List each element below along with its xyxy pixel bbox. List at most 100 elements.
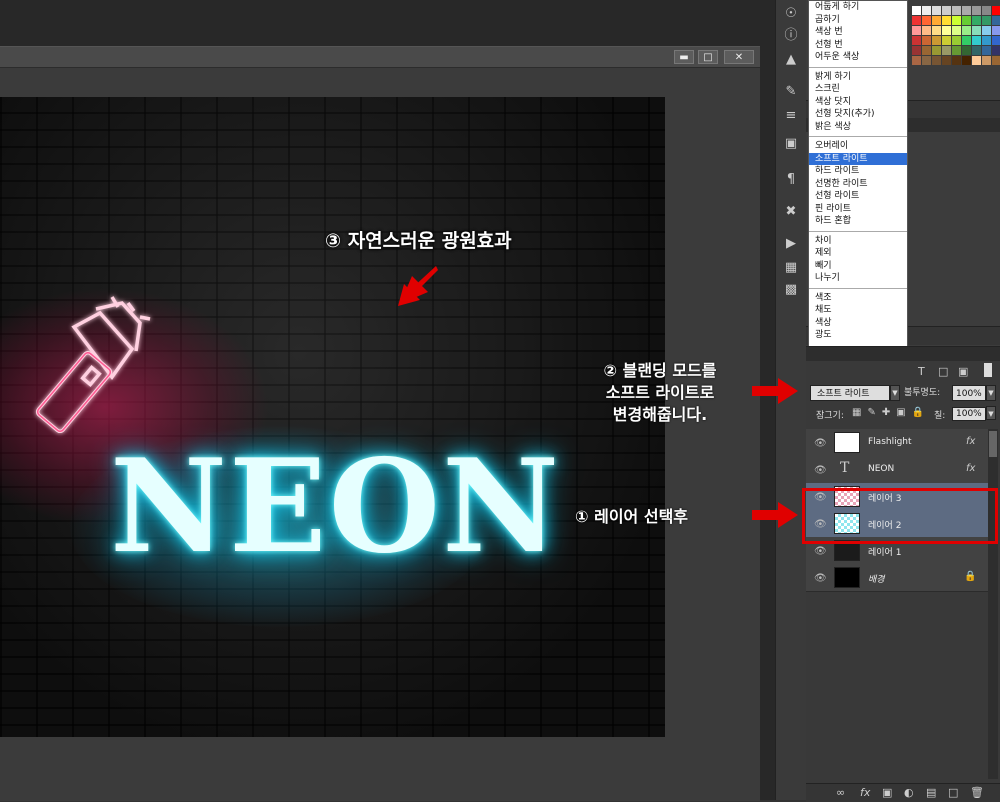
tools-icon[interactable]: ✖ bbox=[783, 204, 799, 220]
swatch[interactable] bbox=[922, 16, 931, 25]
swatch[interactable] bbox=[962, 56, 971, 65]
blend-menu-item[interactable]: 선형 닷지(추가) bbox=[809, 108, 907, 121]
swatch[interactable] bbox=[942, 16, 951, 25]
swatch[interactable] bbox=[982, 56, 991, 65]
swatch[interactable] bbox=[922, 26, 931, 35]
document-titlebar[interactable]: ▬ □ ✕ bbox=[0, 47, 760, 68]
brushes-icon[interactable]: ✎ bbox=[783, 84, 799, 100]
blend-menu-item[interactable]: 색상 번 bbox=[809, 26, 907, 39]
swatch[interactable] bbox=[972, 6, 981, 15]
blend-mode-select[interactable]: 소프트 라이트 bbox=[810, 385, 890, 401]
info-icon[interactable]: ⓘ bbox=[783, 28, 799, 44]
swatch[interactable] bbox=[982, 16, 991, 25]
swatch[interactable] bbox=[952, 6, 961, 15]
blend-menu-item[interactable]: 제외 bbox=[809, 247, 907, 260]
blend-menu-item[interactable]: 하드 혼합 bbox=[809, 215, 907, 228]
swatch[interactable] bbox=[912, 26, 921, 35]
swatch[interactable] bbox=[992, 46, 1000, 55]
swatch[interactable] bbox=[992, 16, 1000, 25]
blend-menu-item[interactable]: 빼기 bbox=[809, 260, 907, 273]
mask-icon[interactable]: ▣ bbox=[882, 786, 892, 799]
layers-scrollbar[interactable] bbox=[988, 429, 998, 779]
blend-menu-item[interactable]: 선형 라이트 bbox=[809, 190, 907, 203]
swatch[interactable] bbox=[952, 56, 961, 65]
swatch[interactable] bbox=[992, 56, 1000, 65]
fill-input[interactable]: 100% bbox=[952, 407, 986, 421]
clone-source-icon[interactable]: ▣ bbox=[783, 136, 799, 152]
close-button[interactable]: ✕ bbox=[724, 50, 754, 64]
swatch[interactable] bbox=[982, 46, 991, 55]
blend-menu-item[interactable]: 핀 라이트 bbox=[809, 203, 907, 216]
swatch[interactable] bbox=[922, 36, 931, 45]
swatch[interactable] bbox=[922, 6, 931, 15]
swatch[interactable] bbox=[912, 36, 921, 45]
eye-icon[interactable]: 👁 bbox=[814, 573, 827, 585]
type-filter-icon[interactable]: T bbox=[918, 365, 925, 378]
swatch[interactable] bbox=[952, 26, 961, 35]
swatch[interactable] bbox=[952, 16, 961, 25]
filter-toggle[interactable] bbox=[984, 363, 992, 377]
eye-icon[interactable]: 👁 bbox=[814, 465, 827, 477]
blend-menu-item[interactable]: 어둡게 하기 bbox=[809, 1, 907, 14]
blend-menu-item[interactable]: 나누기 bbox=[809, 272, 907, 285]
layer-comps-icon[interactable]: ▦ bbox=[783, 260, 799, 276]
swatch[interactable] bbox=[922, 56, 931, 65]
blend-menu-item[interactable]: 선형 번 bbox=[809, 39, 907, 52]
swatch[interactable] bbox=[942, 46, 951, 55]
swatch[interactable] bbox=[972, 26, 981, 35]
swatch[interactable] bbox=[992, 26, 1000, 35]
swatch[interactable] bbox=[992, 36, 1000, 45]
3d-icon[interactable]: ▩ bbox=[783, 282, 799, 298]
adjustment-icon[interactable]: ◐ bbox=[904, 786, 914, 799]
swatch[interactable] bbox=[972, 56, 981, 65]
swatch[interactable] bbox=[982, 26, 991, 35]
swatch[interactable] bbox=[942, 6, 951, 15]
blend-menu-item[interactable]: 곱하기 bbox=[809, 14, 907, 27]
paragraph-icon[interactable]: ¶ bbox=[783, 172, 799, 188]
brush-presets-icon[interactable]: ≡ bbox=[783, 108, 799, 124]
swatch[interactable] bbox=[992, 6, 1000, 15]
group-icon[interactable]: ▤ bbox=[926, 786, 936, 799]
swatch[interactable] bbox=[912, 6, 921, 15]
canvas[interactable]: NEON bbox=[0, 97, 665, 737]
swatch[interactable] bbox=[982, 6, 991, 15]
fill-dropdown-icon[interactable]: ▼ bbox=[986, 406, 996, 420]
swatch[interactable] bbox=[932, 16, 941, 25]
eye-icon[interactable]: 👁 bbox=[814, 546, 827, 558]
trash-icon[interactable]: 🗑 bbox=[970, 786, 984, 799]
swatch[interactable] bbox=[962, 16, 971, 25]
link-icon[interactable]: ∞ bbox=[836, 786, 845, 799]
swatch[interactable] bbox=[982, 36, 991, 45]
scroll-thumb[interactable] bbox=[989, 431, 997, 457]
swatch[interactable] bbox=[922, 46, 931, 55]
swatch[interactable] bbox=[932, 56, 941, 65]
blend-menu-item[interactable]: 채도 bbox=[809, 304, 907, 317]
new-layer-icon[interactable]: □ bbox=[948, 786, 958, 799]
blend-menu-item[interactable]: 스크린 bbox=[809, 83, 907, 96]
blend-menu-item[interactable]: 색조 bbox=[809, 292, 907, 305]
opacity-dropdown-icon[interactable]: ▼ bbox=[986, 385, 996, 401]
swatch[interactable] bbox=[942, 26, 951, 35]
eye-icon[interactable]: 👁 bbox=[814, 438, 827, 450]
swatches-grid[interactable] bbox=[908, 0, 1000, 80]
swatch[interactable] bbox=[962, 36, 971, 45]
blend-mode-dropdown-icon[interactable]: ▼ bbox=[890, 385, 900, 401]
blend-menu-item[interactable]: 밝은 색상 bbox=[809, 121, 907, 134]
blend-menu-item[interactable]: 광도 bbox=[809, 329, 907, 342]
smart-filter-icon[interactable]: ▣ bbox=[958, 365, 968, 378]
actions-play-icon[interactable]: ▶ bbox=[783, 236, 799, 252]
swatch[interactable] bbox=[912, 56, 921, 65]
swatch[interactable] bbox=[912, 46, 921, 55]
blend-menu-item[interactable]: 하드 라이트 bbox=[809, 165, 907, 178]
swatch[interactable] bbox=[942, 56, 951, 65]
minimize-button[interactable]: ▬ bbox=[674, 50, 694, 64]
layer-row[interactable]: 👁 배경 🔒 bbox=[806, 564, 988, 592]
histogram-icon[interactable]: ▲ bbox=[783, 52, 799, 68]
swatch[interactable] bbox=[932, 6, 941, 15]
swatch[interactable] bbox=[962, 26, 971, 35]
fx-icon[interactable]: fx bbox=[860, 786, 870, 799]
shape-filter-icon[interactable]: □ bbox=[938, 365, 948, 378]
blend-mode-menu[interactable]: 어둡게 하기 곱하기 색상 번 선형 번 어두운 색상 밝게 하기 스크린 색상 닷지 선형 닷… bbox=[808, 0, 908, 380]
swatch[interactable] bbox=[952, 36, 961, 45]
blend-menu-item[interactable]: 오버레이 bbox=[809, 140, 907, 153]
